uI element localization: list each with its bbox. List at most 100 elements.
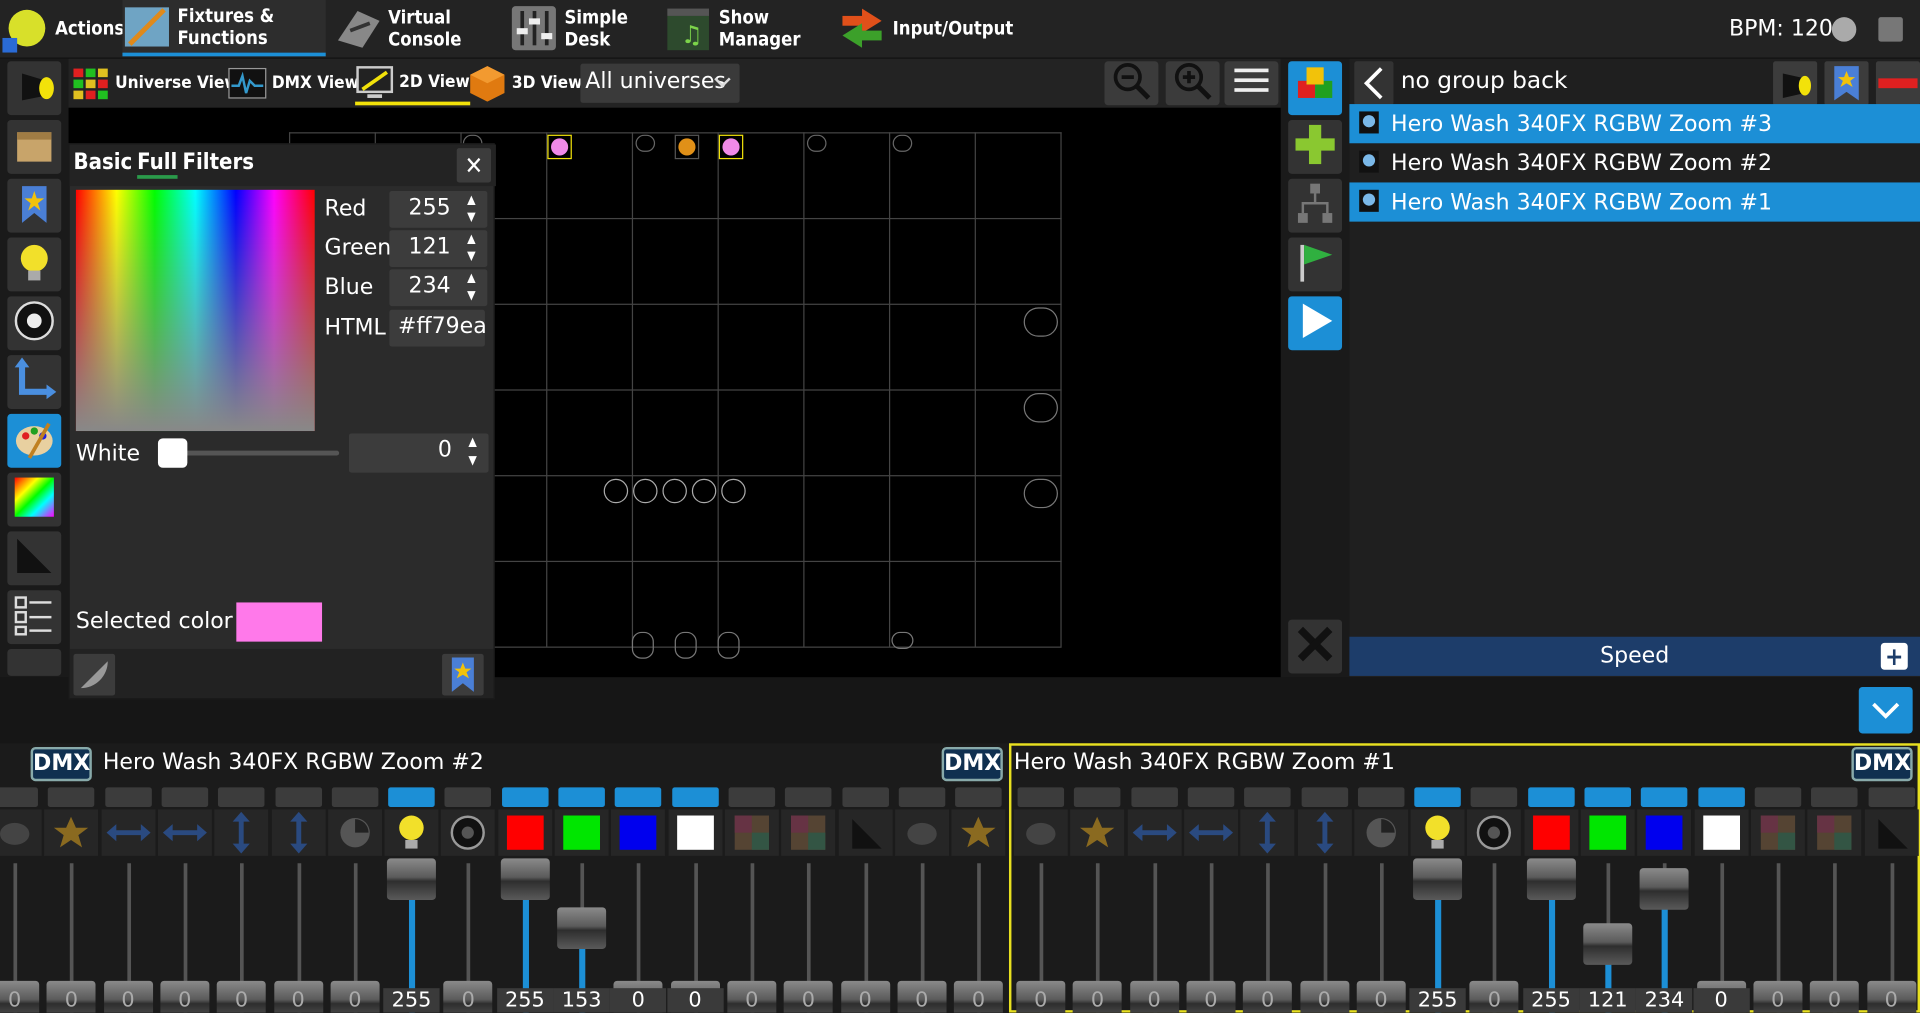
- dmx-toggle-button[interactable]: DMX: [941, 746, 1003, 782]
- channel-select-toggle[interactable]: [1641, 787, 1688, 807]
- tab-simple-desk[interactable]: Simple Desk: [509, 0, 658, 56]
- decrement-icon[interactable]: ▼: [460, 289, 482, 304]
- channel-select-toggle[interactable]: [898, 787, 946, 807]
- zoom-in-button[interactable]: [1165, 61, 1220, 106]
- fader-handle[interactable]: [500, 858, 550, 901]
- fixture-marker[interactable]: [1023, 478, 1058, 509]
- flag-button[interactable]: [1288, 237, 1343, 292]
- channel-select-toggle[interactable]: [1811, 787, 1858, 807]
- fixture-marker[interactable]: [674, 631, 697, 659]
- green-spinbox[interactable]: 121 ▲ ▼: [389, 230, 488, 267]
- universe-select[interactable]: All universes: [580, 63, 740, 103]
- palette-manager-button[interactable]: [7, 178, 62, 233]
- channel-select-toggle[interactable]: [444, 787, 492, 807]
- fader-handle[interactable]: [1583, 922, 1633, 965]
- add-fixture-button[interactable]: [1288, 120, 1343, 174]
- channel-select-toggle[interactable]: [728, 787, 775, 807]
- beam-button[interactable]: [7, 531, 62, 586]
- fixture-marker[interactable]: [717, 631, 740, 659]
- increment-icon[interactable]: ▲: [460, 233, 482, 248]
- tab-basic[interactable]: Basic: [73, 149, 132, 175]
- fixture-marker[interactable]: [603, 478, 629, 504]
- fixture-marker[interactable]: [806, 134, 827, 152]
- channel-select-toggle[interactable]: [1301, 787, 1348, 807]
- fader-handle[interactable]: [1526, 858, 1576, 901]
- add-palette-button[interactable]: [442, 653, 484, 696]
- channel-select-toggle[interactable]: [1357, 787, 1405, 807]
- channel-select-toggle[interactable]: [1527, 787, 1575, 807]
- speed-panel-header[interactable]: Speed: [1349, 636, 1920, 676]
- tab-full[interactable]: Full: [137, 149, 178, 179]
- dmx-toggle-button[interactable]: DMX: [30, 746, 92, 782]
- 2d-view-button[interactable]: 2D View: [355, 61, 470, 106]
- channel-select-toggle[interactable]: [615, 787, 662, 807]
- fixture-marker[interactable]: [721, 478, 746, 504]
- color-button[interactable]: [7, 413, 62, 468]
- white-slider-handle[interactable]: [157, 438, 188, 468]
- fixture-groups-button[interactable]: [1288, 178, 1343, 233]
- channel-select-toggle[interactable]: [274, 787, 322, 807]
- tab-show-manager[interactable]: ♫ Show Manager: [664, 0, 833, 56]
- remove-button[interactable]: [1288, 619, 1343, 674]
- more-tools-button[interactable]: [7, 648, 62, 676]
- dmx-view-button[interactable]: DMX View: [228, 61, 359, 105]
- channel-select-toggle[interactable]: [558, 787, 605, 807]
- decrement-icon[interactable]: ▼: [460, 250, 482, 265]
- expand-channels-button[interactable]: [1858, 686, 1913, 734]
- fixture-marker[interactable]: [892, 134, 913, 152]
- fixture-marker[interactable]: [631, 631, 654, 659]
- channel-select-toggle[interactable]: [1244, 787, 1291, 807]
- group-view-button[interactable]: [1288, 61, 1343, 116]
- fixture-marker[interactable]: [674, 134, 700, 160]
- 3d-view-button[interactable]: 3D View: [468, 61, 582, 105]
- tab-virtual-console[interactable]: Virtual Console: [333, 0, 502, 56]
- channel-select-toggle[interactable]: [48, 787, 95, 807]
- blue-spinbox[interactable]: 234 ▲ ▼: [389, 269, 488, 307]
- channel-select-toggle[interactable]: [501, 787, 549, 807]
- tree-item[interactable]: Hero Wash 340FX RGBW Zoom #2: [1349, 143, 1920, 182]
- close-icon[interactable]: ✕: [456, 148, 492, 183]
- color-spectrum-picker[interactable]: [75, 189, 315, 432]
- universe-view-button[interactable]: Universe View: [71, 61, 239, 105]
- fixture-marker[interactable]: [691, 478, 717, 504]
- channel-select-toggle[interactable]: [785, 787, 832, 807]
- shutter-button[interactable]: [7, 296, 62, 351]
- play-button[interactable]: [1288, 296, 1343, 351]
- intensity-button[interactable]: [7, 237, 62, 292]
- channel-select-toggle[interactable]: [955, 787, 1002, 807]
- dmx-toggle-button[interactable]: DMX: [1851, 746, 1913, 782]
- channel-select-toggle[interactable]: [1584, 787, 1632, 807]
- html-field[interactable]: #ff79ea: [389, 309, 487, 347]
- tree-item[interactable]: Hero Wash 340FX RGBW Zoom #1: [1349, 182, 1920, 222]
- fixture-marker[interactable]: [718, 134, 744, 160]
- tab-actions[interactable]: Actions: [0, 0, 124, 56]
- channel-select-toggle[interactable]: [841, 787, 889, 807]
- fixture-marker[interactable]: [633, 478, 658, 504]
- channel-select-toggle[interactable]: [1697, 787, 1745, 807]
- red-spinbox[interactable]: 255 ▲ ▼: [389, 191, 488, 228]
- fader-handle[interactable]: [1413, 858, 1463, 901]
- decrement-icon[interactable]: ▼: [460, 211, 482, 226]
- fader-handle[interactable]: [1639, 868, 1689, 911]
- fixture-manager-button[interactable]: [7, 61, 62, 116]
- back-button[interactable]: [1354, 61, 1394, 106]
- fixture-marker[interactable]: [1023, 393, 1058, 423]
- color-filters-button[interactable]: [73, 653, 116, 696]
- channel-select-toggle[interactable]: [1017, 787, 1065, 807]
- channel-select-toggle[interactable]: [1471, 787, 1518, 807]
- channel-select-toggle[interactable]: [331, 787, 379, 807]
- channel-select-toggle[interactable]: [161, 787, 209, 807]
- channel-select-toggle[interactable]: [1130, 787, 1178, 807]
- tab-filters[interactable]: Filters: [182, 149, 254, 175]
- tree-item[interactable]: Hero Wash 340FX RGBW Zoom #3: [1349, 104, 1920, 144]
- increment-icon[interactable]: ▲: [460, 272, 482, 287]
- zoom-out-button[interactable]: [1104, 61, 1159, 106]
- fader-handle[interactable]: [557, 907, 607, 949]
- remove-fixture-button[interactable]: [1875, 61, 1920, 106]
- channel-select-toggle[interactable]: [104, 787, 152, 807]
- channel-select-toggle[interactable]: [388, 787, 435, 807]
- fixture-marker[interactable]: [662, 478, 687, 504]
- fixture-marker[interactable]: [891, 631, 914, 649]
- channel-select-toggle[interactable]: [1187, 787, 1235, 807]
- decrement-icon[interactable]: ▼: [462, 454, 484, 469]
